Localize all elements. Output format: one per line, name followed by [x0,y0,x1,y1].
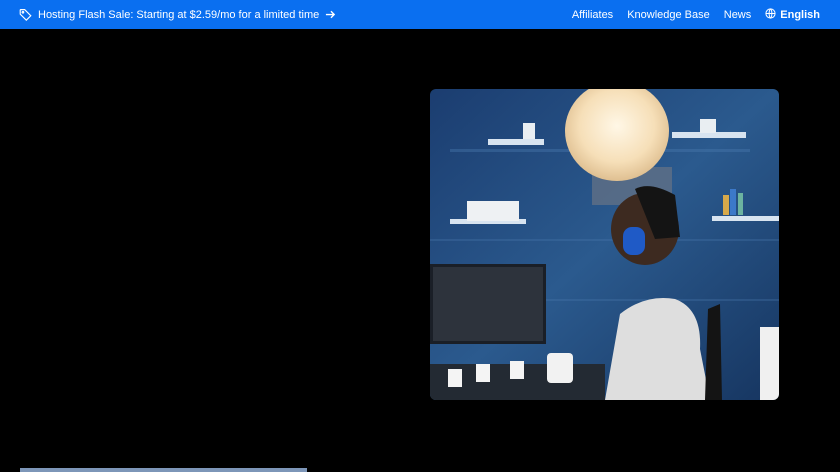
top-nav: Affiliates Knowledge Base News English [558,0,820,29]
arrow-right-icon [325,9,336,20]
language-label: English [780,8,820,21]
language-selector[interactable]: English [765,7,820,22]
hero-photo [430,89,779,400]
nav-affiliates[interactable]: Affiliates [572,9,613,21]
tag-icon [19,8,32,21]
nav-news[interactable]: News [724,9,752,21]
promo-text: Hosting Flash Sale: Starting at $2.59/mo… [38,8,320,21]
promo-link[interactable]: Hosting Flash Sale: Starting at $2.59/mo… [19,0,336,29]
section-image-edge [20,468,307,472]
nav-knowledge-base[interactable]: Knowledge Base [627,9,710,21]
globe-icon [765,7,776,22]
announcement-bar: Hosting Flash Sale: Starting at $2.59/mo… [0,0,840,29]
